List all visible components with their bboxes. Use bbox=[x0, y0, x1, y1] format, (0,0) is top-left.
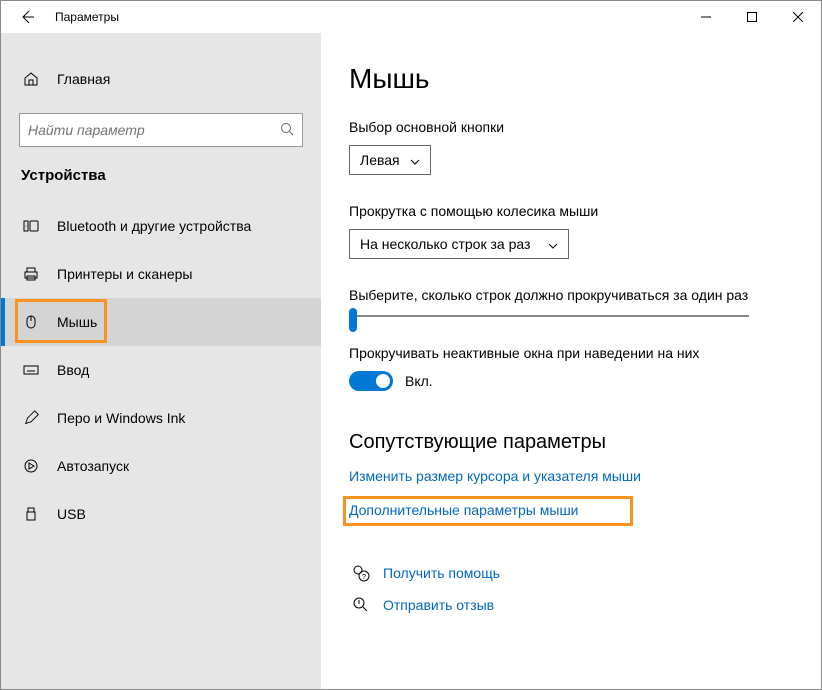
home-nav[interactable]: Главная bbox=[1, 59, 321, 99]
sidebar-item-bluetooth[interactable]: Bluetooth и другие устройства bbox=[1, 202, 321, 250]
inactive-toggle[interactable] bbox=[349, 371, 393, 391]
printer-icon bbox=[21, 266, 41, 282]
toggle-state: Вкл. bbox=[405, 373, 433, 389]
usb-icon bbox=[21, 506, 41, 522]
chevron-down-icon bbox=[410, 152, 420, 168]
sidebar-item-mouse[interactable]: Мышь bbox=[1, 298, 321, 346]
search-icon bbox=[280, 122, 294, 139]
sidebar-item-label: USB bbox=[57, 506, 86, 522]
pen-icon bbox=[21, 410, 41, 426]
keyboard-icon bbox=[21, 362, 41, 378]
autoplay-icon bbox=[21, 458, 41, 474]
related-header: Сопутствующие параметры bbox=[349, 431, 793, 454]
close-button[interactable] bbox=[775, 1, 821, 33]
sidebar-item-label: Принтеры и сканеры bbox=[57, 266, 192, 282]
home-label: Главная bbox=[57, 71, 110, 87]
dropdown-value: На несколько строк за раз bbox=[360, 236, 530, 252]
sidebar-item-typing[interactable]: Ввод bbox=[1, 346, 321, 394]
sidebar-item-autoplay[interactable]: Автозапуск bbox=[1, 442, 321, 490]
dropdown-value: Левая bbox=[360, 152, 400, 168]
lines-label: Выберите, сколько строк должно прокручив… bbox=[349, 287, 793, 303]
back-button[interactable] bbox=[11, 1, 43, 33]
chevron-down-icon bbox=[548, 236, 558, 252]
scroll-label: Прокрутка с помощью колесика мыши bbox=[349, 203, 793, 219]
sidebar-item-usb[interactable]: USB bbox=[1, 490, 321, 538]
search-input[interactable] bbox=[19, 113, 303, 147]
sidebar-item-pen[interactable]: Перо и Windows Ink bbox=[1, 394, 321, 442]
link-get-help[interactable]: Получить помощь bbox=[383, 565, 500, 581]
primary-button-label: Выбор основной кнопки bbox=[349, 119, 793, 135]
sidebar-item-printers[interactable]: Принтеры и сканеры bbox=[1, 250, 321, 298]
link-feedback[interactable]: Отправить отзыв bbox=[383, 597, 494, 613]
maximize-button[interactable] bbox=[729, 1, 775, 33]
help-icon: ? bbox=[349, 564, 373, 582]
sidebar-item-label: Автозапуск bbox=[57, 458, 129, 474]
svg-text:?: ? bbox=[362, 574, 366, 581]
link-advanced-mouse[interactable]: Дополнительные параметры мыши bbox=[349, 502, 579, 518]
feedback-icon bbox=[349, 596, 373, 614]
home-icon bbox=[21, 71, 41, 87]
inactive-label: Прокручивать неактивные окна при наведен… bbox=[349, 345, 793, 361]
lines-slider[interactable] bbox=[349, 315, 749, 317]
sidebar-item-label: Ввод bbox=[57, 362, 89, 378]
minimize-button[interactable] bbox=[683, 1, 729, 33]
sidebar-item-label: Перо и Windows Ink bbox=[57, 410, 185, 426]
window-title: Параметры bbox=[55, 10, 119, 24]
section-header: Устройства bbox=[1, 167, 321, 202]
link-cursor-size[interactable]: Изменить размер курсора и указателя мыши bbox=[349, 468, 793, 484]
sidebar-item-label: Bluetooth и другие устройства bbox=[57, 218, 251, 234]
search-field[interactable] bbox=[28, 122, 280, 138]
scroll-dropdown[interactable]: На несколько строк за раз bbox=[349, 229, 569, 259]
mouse-icon bbox=[21, 314, 41, 330]
slider-thumb[interactable] bbox=[349, 308, 357, 332]
primary-button-dropdown[interactable]: Левая bbox=[349, 145, 431, 175]
bluetooth-icon bbox=[21, 218, 41, 234]
sidebar-item-label: Мышь bbox=[57, 314, 97, 330]
page-title: Мышь bbox=[349, 63, 793, 95]
